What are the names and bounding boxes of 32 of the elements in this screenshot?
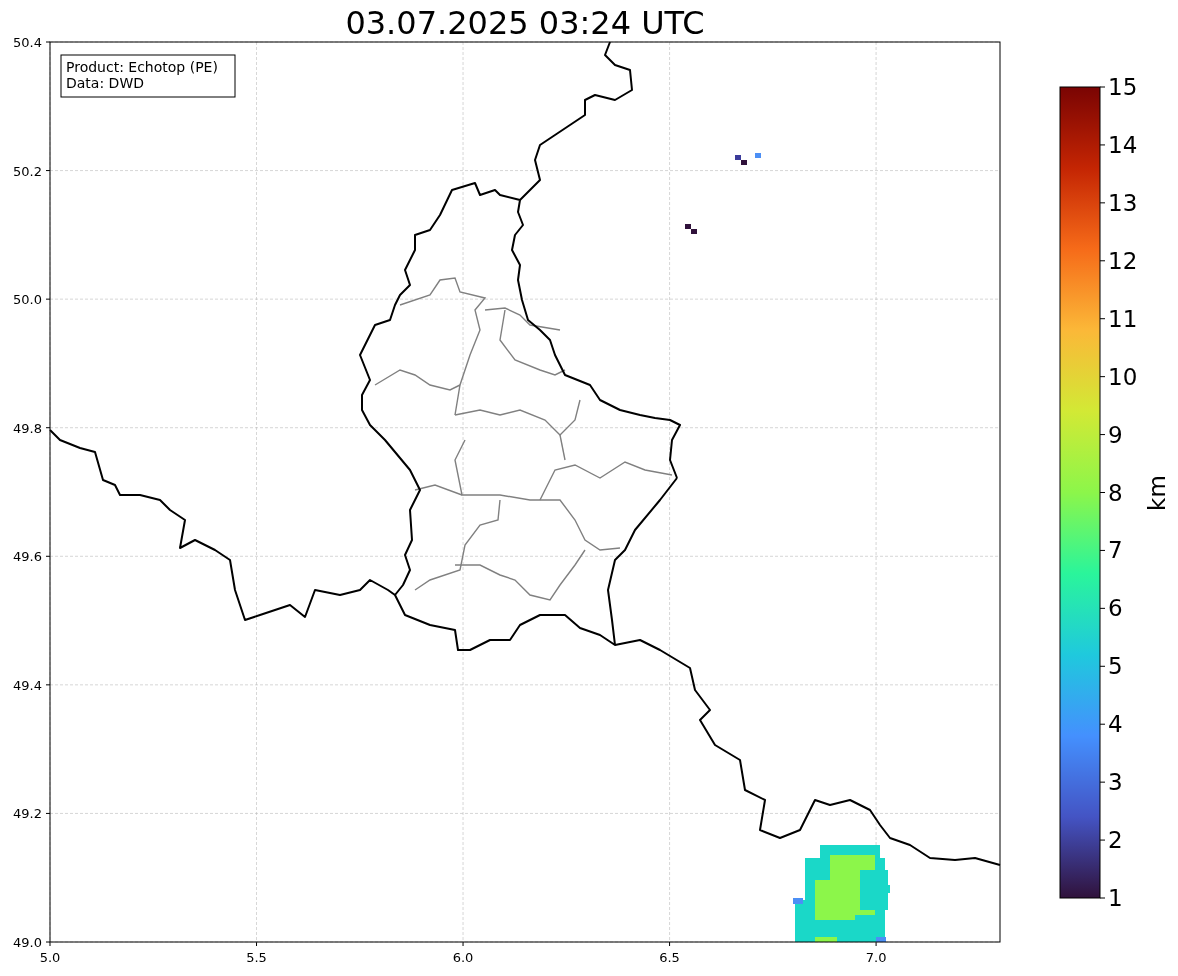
y-tick-label: 49.2 — [13, 806, 42, 822]
y-tick-label: 49.4 — [13, 677, 42, 693]
chart-title: 03.07.2025 03:24 UTC — [345, 4, 705, 42]
colorbar-tick-label: 15 — [1108, 74, 1138, 100]
y-tick-label: 50.2 — [13, 163, 42, 179]
legend-text: Data: DWD — [66, 75, 144, 91]
colorbar-tick-label: 6 — [1108, 595, 1123, 622]
legend-text: Product: Echotop (PE) — [66, 59, 218, 75]
colorbar-tick-label: 12 — [1108, 247, 1138, 274]
colorbar-tick-label: 5 — [1108, 653, 1123, 680]
colorbar-tick-label: 11 — [1108, 305, 1138, 332]
colorbar-tick-label: 10 — [1108, 363, 1138, 390]
colorbar-tick-label: 9 — [1108, 421, 1123, 448]
colorbar-tick-label: 8 — [1108, 479, 1123, 506]
y-tick-label: 49.0 — [13, 935, 42, 950]
colorbar-tick-label: 14 — [1108, 131, 1138, 158]
x-tick-label: 6.0 — [452, 950, 474, 965]
y-tick-label: 49.6 — [13, 549, 42, 565]
x-tick-label: 6.5 — [659, 950, 680, 965]
y-tick-label: 50.0 — [13, 292, 42, 308]
colorbar-tick-label: 4 — [1108, 711, 1123, 738]
colorbar-tick-label: 1 — [1108, 885, 1123, 911]
x-tick-label: 5.0 — [39, 950, 61, 965]
x-tick-label: 5.5 — [246, 950, 267, 965]
x-tick-label: 7.0 — [865, 950, 887, 965]
colorbar-label: km — [1144, 475, 1170, 511]
colorbar-tick-label: 3 — [1108, 769, 1123, 796]
colorbar-tick-label: 13 — [1108, 189, 1138, 216]
colorbar-tick-label: 7 — [1108, 537, 1123, 564]
colorbar-tick-label: 2 — [1108, 827, 1123, 854]
y-tick-label: 49.8 — [13, 420, 42, 436]
y-tick-label: 50.4 — [13, 35, 42, 50]
